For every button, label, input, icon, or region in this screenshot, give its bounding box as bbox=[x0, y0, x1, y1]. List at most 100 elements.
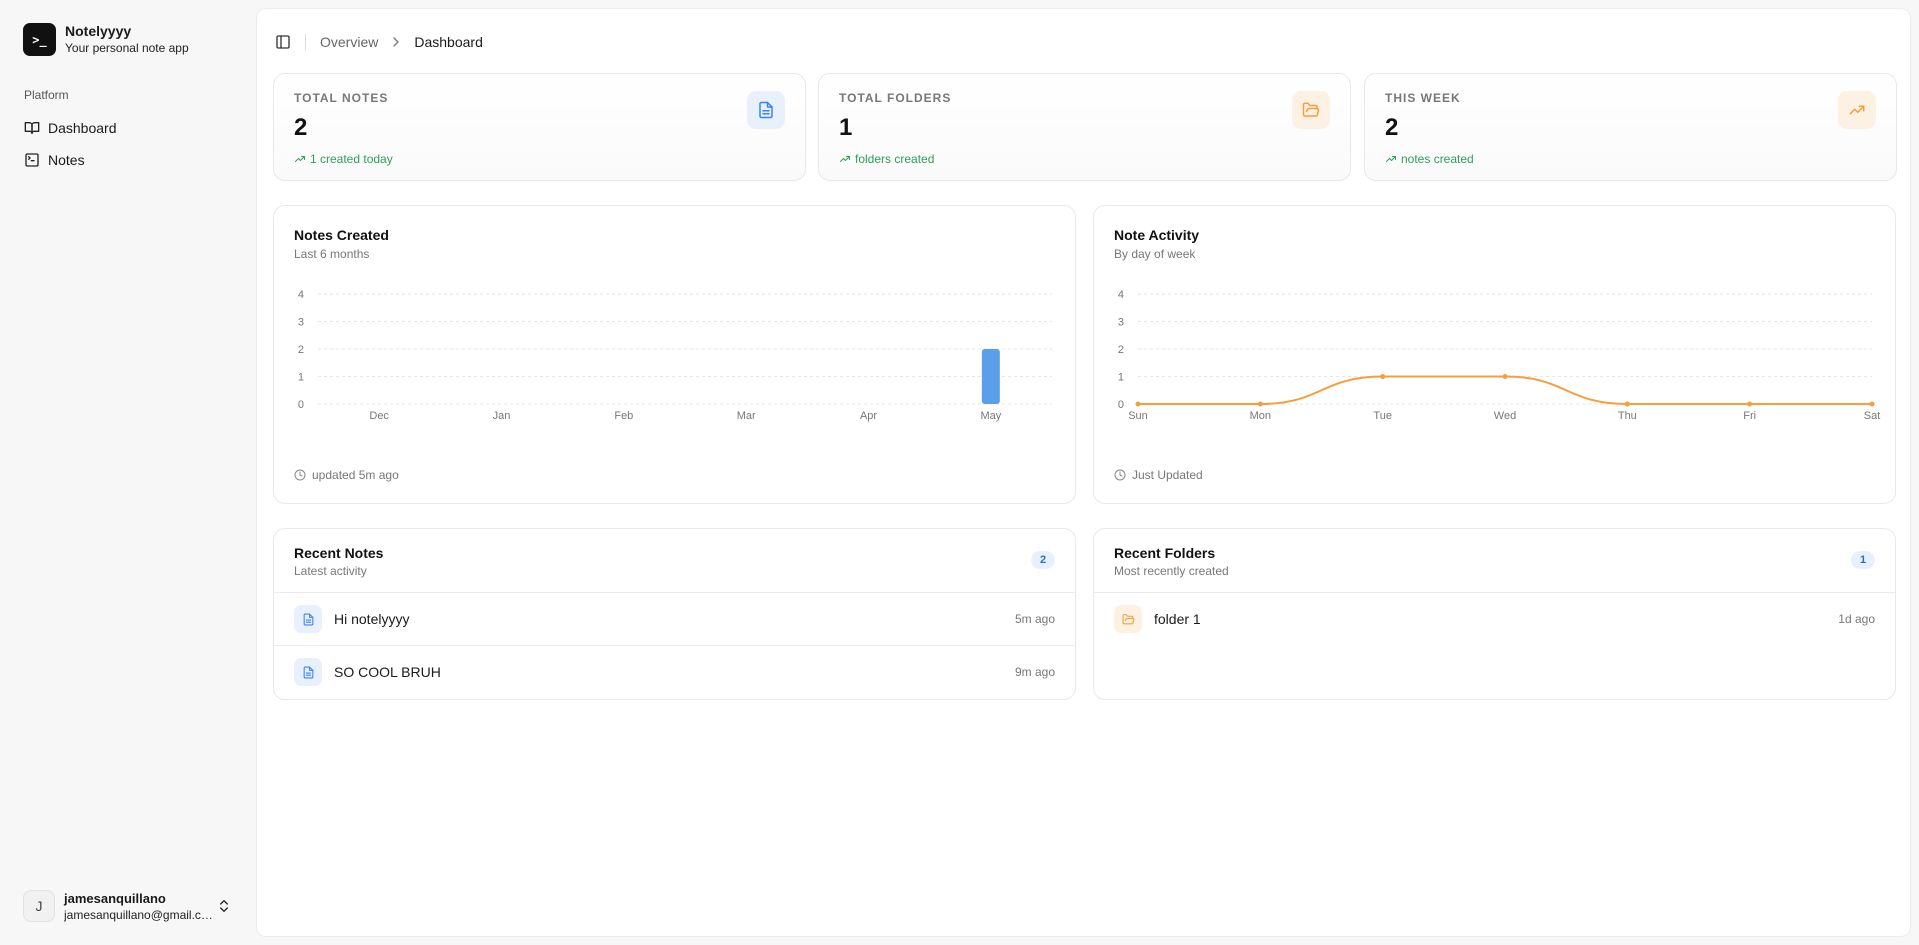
y-tick-label: 3 bbox=[1118, 317, 1124, 329]
y-tick-label: 4 bbox=[298, 289, 304, 301]
stat-card-this-week: THIS WEEK 2 notes created bbox=[1364, 73, 1897, 181]
x-tick-label: Apr bbox=[860, 410, 877, 422]
terminal-logo-icon: >_ bbox=[23, 23, 56, 56]
card-subtitle: Most recently created bbox=[1114, 564, 1229, 578]
divider bbox=[305, 34, 306, 50]
data-point bbox=[1502, 374, 1508, 379]
chevron-right-icon bbox=[393, 37, 400, 47]
x-tick-label: Feb bbox=[614, 410, 633, 422]
stat-note: folders created bbox=[839, 152, 934, 166]
x-tick-label: Mar bbox=[737, 410, 756, 422]
chart-card-note-activity: Note Activity By day of week 0 1 2 3 4 Sun Mon… bbox=[1093, 205, 1896, 504]
clock-icon bbox=[294, 469, 306, 481]
card-title: Recent Folders bbox=[1114, 545, 1216, 561]
brand-name: Notelyyyy bbox=[65, 23, 132, 39]
stat-icon bbox=[747, 91, 785, 129]
chart-subtitle: Last 6 months bbox=[294, 247, 370, 261]
stat-value: 1 bbox=[839, 114, 853, 141]
breadcrumb: Overview Dashboard bbox=[320, 34, 483, 50]
data-point bbox=[1257, 401, 1263, 407]
x-tick-label: Tue bbox=[1373, 410, 1392, 422]
recent-folders-card: Recent Folders Most recently created 1 f… bbox=[1093, 528, 1896, 700]
note-time: 5m ago bbox=[1014, 612, 1055, 626]
stat-value: 2 bbox=[1385, 114, 1399, 141]
nav-group-label: Platform bbox=[24, 88, 69, 102]
trending-up-icon bbox=[840, 156, 850, 162]
stat-note-text: 1 created today bbox=[310, 152, 393, 166]
line-chart: 0 1 2 3 4 Sun Mon Tue Wed Thu Fri Sat bbox=[1118, 289, 1881, 422]
stat-label: TOTAL FOLDERS bbox=[839, 91, 952, 105]
stat-icon bbox=[1838, 91, 1876, 129]
data-point bbox=[1380, 374, 1386, 379]
y-tick-label: 1 bbox=[1118, 372, 1124, 384]
data-point bbox=[1135, 401, 1141, 407]
chart-subtitle: By day of week bbox=[1114, 247, 1196, 261]
stat-icon bbox=[1292, 91, 1330, 129]
x-tick-label: Dec bbox=[369, 410, 389, 422]
terminal-square-icon bbox=[25, 153, 39, 167]
trending-up-icon bbox=[1386, 156, 1396, 162]
breadcrumb-current: Dashboard bbox=[414, 34, 483, 50]
user-name: jamesanquillano bbox=[64, 890, 166, 906]
x-tick-label: Sat bbox=[1864, 410, 1881, 422]
sidebar-item-label: Notes bbox=[48, 152, 85, 168]
user-email: jamesanquillano@gmail.com bbox=[64, 907, 214, 922]
x-tick-label: Mon bbox=[1250, 410, 1271, 422]
file-text-icon bbox=[303, 613, 313, 625]
x-tick-label: Wed bbox=[1494, 410, 1516, 422]
row-icon bbox=[294, 605, 322, 633]
y-tick-label: 0 bbox=[298, 399, 304, 411]
recent-folders-header: Recent Folders Most recently created 1 bbox=[1094, 529, 1895, 593]
chart-footer: Just Updated bbox=[1114, 468, 1203, 482]
book-open-icon bbox=[24, 122, 40, 134]
count-badge: 1 bbox=[1851, 551, 1875, 569]
data-point bbox=[1869, 401, 1875, 407]
chevrons-up-down-icon[interactable] bbox=[216, 898, 232, 914]
x-tick-label: Jan bbox=[493, 410, 511, 422]
bar-chart: 0 1 2 3 4 Dec Jan Feb Mar Apr May bbox=[298, 289, 1052, 422]
note-title: Hi notelyyyy bbox=[334, 611, 410, 627]
stat-label: THIS WEEK bbox=[1385, 91, 1461, 105]
stat-note-text: notes created bbox=[1401, 152, 1474, 166]
brand[interactable]: >_ Notelyyyy Your personal note app bbox=[23, 23, 189, 56]
stat-note: notes created bbox=[1385, 152, 1474, 166]
y-tick-label: 0 bbox=[1118, 399, 1124, 411]
folder-open-icon bbox=[1122, 613, 1134, 624]
chart-footer: updated 5m ago bbox=[294, 468, 399, 482]
stat-card-total-folders: TOTAL FOLDERS 1 folders created bbox=[818, 73, 1351, 181]
data-point bbox=[1747, 401, 1753, 407]
sidebar-item-label: Dashboard bbox=[48, 120, 117, 136]
main-panel: Overview Dashboard TOTAL NOTES 2 1 creat… bbox=[256, 8, 1911, 937]
chart-footer-text: updated 5m ago bbox=[312, 468, 399, 482]
avatar: J bbox=[23, 890, 55, 922]
breadcrumb-overview[interactable]: Overview bbox=[320, 34, 378, 50]
chart-title: Note Activity bbox=[1114, 227, 1200, 243]
trending-up-icon bbox=[295, 156, 305, 162]
sidebar-item-notes[interactable]: Notes bbox=[16, 145, 240, 175]
x-tick-label: Sun bbox=[1128, 410, 1148, 422]
list-item[interactable]: SO COOL BRUH 9m ago bbox=[274, 646, 1075, 698]
x-tick-label: Thu bbox=[1618, 410, 1637, 422]
list-item[interactable]: Hi notelyyyy 5m ago bbox=[274, 593, 1075, 645]
bar bbox=[981, 349, 1000, 404]
brand-subtitle: Your personal note app bbox=[65, 41, 189, 55]
count-badge: 2 bbox=[1031, 551, 1055, 569]
row-icon bbox=[294, 658, 322, 686]
file-text-icon bbox=[303, 666, 313, 678]
file-text-icon bbox=[759, 101, 773, 119]
data-point bbox=[1624, 401, 1630, 407]
folder-time: 1d ago bbox=[1838, 612, 1875, 626]
sidebar-toggle-icon[interactable] bbox=[275, 34, 291, 50]
chart-card-notes-created: Notes Created Last 6 months 0 1 2 3 4 Dec Jan F… bbox=[273, 205, 1076, 504]
y-tick-label: 4 bbox=[1118, 289, 1124, 301]
stat-note: 1 created today bbox=[294, 152, 393, 166]
x-tick-label: May bbox=[980, 410, 1001, 422]
user-menu[interactable]: J jamesanquillano jamesanquillano@gmail.… bbox=[16, 886, 240, 926]
chart-title: Notes Created bbox=[294, 227, 389, 243]
clock-icon bbox=[1114, 469, 1126, 481]
trending-up-icon bbox=[1849, 105, 1865, 115]
sidebar-item-dashboard[interactable]: Dashboard bbox=[16, 113, 240, 143]
recent-notes-header: Recent Notes Latest activity 2 bbox=[274, 529, 1075, 593]
list-item[interactable]: folder 1 1d ago bbox=[1094, 593, 1895, 645]
folder-open-icon bbox=[1302, 102, 1320, 117]
